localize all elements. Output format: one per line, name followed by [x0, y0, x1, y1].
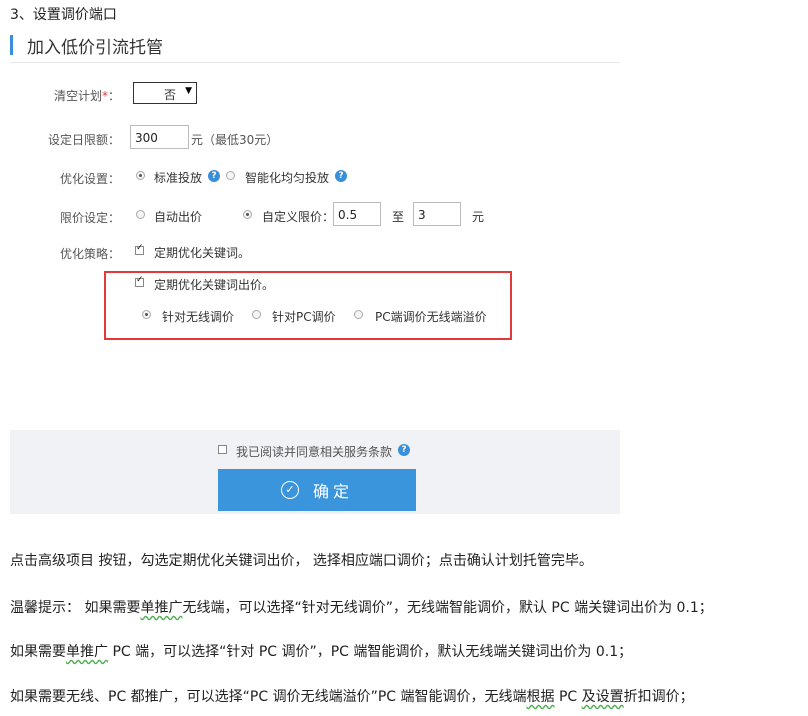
daily-limit-label: 设定日限额：: [47, 133, 120, 147]
price-limit-label: 限价设定：: [59, 211, 120, 225]
price-custom-label: 自定义限价：: [262, 210, 335, 224]
daily-limit-input[interactable]: 300: [130, 125, 189, 149]
clear-plan-select[interactable]: 否 ▼: [133, 82, 197, 104]
help-icon[interactable]: ?: [335, 170, 347, 182]
tip-paragraph-pc: 如果需要单推广 PC 端，可以选择“针对 PC 调价”，PC 端智能调价，默认无…: [10, 644, 633, 660]
price-custom-radio[interactable]: [243, 210, 252, 219]
section-divider: [10, 62, 620, 63]
port-pc-label: 针对PC调价: [272, 310, 336, 324]
confirm-button-label: 确定: [312, 482, 353, 501]
price-auto-radio[interactable]: [136, 210, 145, 219]
price-min-input[interactable]: 0.5: [333, 202, 381, 226]
section-title: 加入低价引流托管: [10, 34, 163, 58]
clear-plan-label: 清空计划*：: [53, 89, 120, 103]
help-icon[interactable]: ?: [208, 170, 220, 182]
optimize-smart-label: 智能化均匀投放: [245, 171, 330, 185]
chevron-down-icon: ▼: [185, 86, 192, 96]
help-icon[interactable]: ?: [398, 444, 410, 456]
section-accent-bar: [10, 35, 13, 55]
step-heading: 3、设置调价端口: [10, 7, 117, 23]
optimize-label: 优化设置：: [59, 172, 120, 186]
port-pc-wireless-premium-label: PC端调价无线端溢价: [375, 310, 487, 324]
port-pc-wireless-premium-radio[interactable]: [354, 310, 363, 319]
price-unit: 元: [472, 210, 485, 224]
optimize-standard-label: 标准投放: [154, 171, 203, 185]
check-circle-icon: ✓: [280, 481, 299, 499]
bid-opt-label: 定期优化关键词出价。: [154, 278, 275, 292]
tip-paragraph-wireless: 温馨提示： 如果需要单推广无线端，可以选择“针对无线调价”，无线端智能调价，默认…: [10, 600, 713, 616]
price-range-to: 至: [392, 210, 405, 224]
agreement-checkbox[interactable]: [218, 445, 227, 454]
clear-plan-value: 否: [164, 88, 177, 102]
confirm-button[interactable]: ✓ 确定: [218, 469, 416, 511]
section-title-text: 加入低价引流托管: [27, 37, 163, 58]
tip-paragraph-both: 如果需要无线、PC 都推广，可以选择“PC 调价无线端溢价”PC 端智能调价，无…: [10, 689, 694, 705]
strategy-label: 优化策略：: [59, 247, 120, 261]
daily-limit-hint: 元（最低30元）: [191, 133, 279, 147]
optimize-smart-radio[interactable]: [226, 171, 235, 180]
optimize-standard-radio[interactable]: [136, 171, 145, 180]
port-pc-radio[interactable]: [252, 310, 261, 319]
keyword-opt-label: 定期优化关键词。: [154, 246, 251, 260]
price-max-input[interactable]: 3: [413, 202, 461, 226]
price-auto-label: 自动出价: [154, 210, 203, 224]
agreement-label: 我已阅读并同意相关服务条款: [236, 445, 393, 459]
keyword-opt-checkbox[interactable]: [135, 243, 144, 255]
instruction-paragraph: 点击高级项目 按钮，勾选定期优化关键词出价， 选择相应端口调价；点击确认计划托管…: [10, 553, 593, 569]
bid-opt-checkbox[interactable]: [135, 275, 144, 287]
port-wireless-label: 针对无线调价: [162, 310, 235, 324]
port-wireless-radio[interactable]: [142, 310, 151, 319]
